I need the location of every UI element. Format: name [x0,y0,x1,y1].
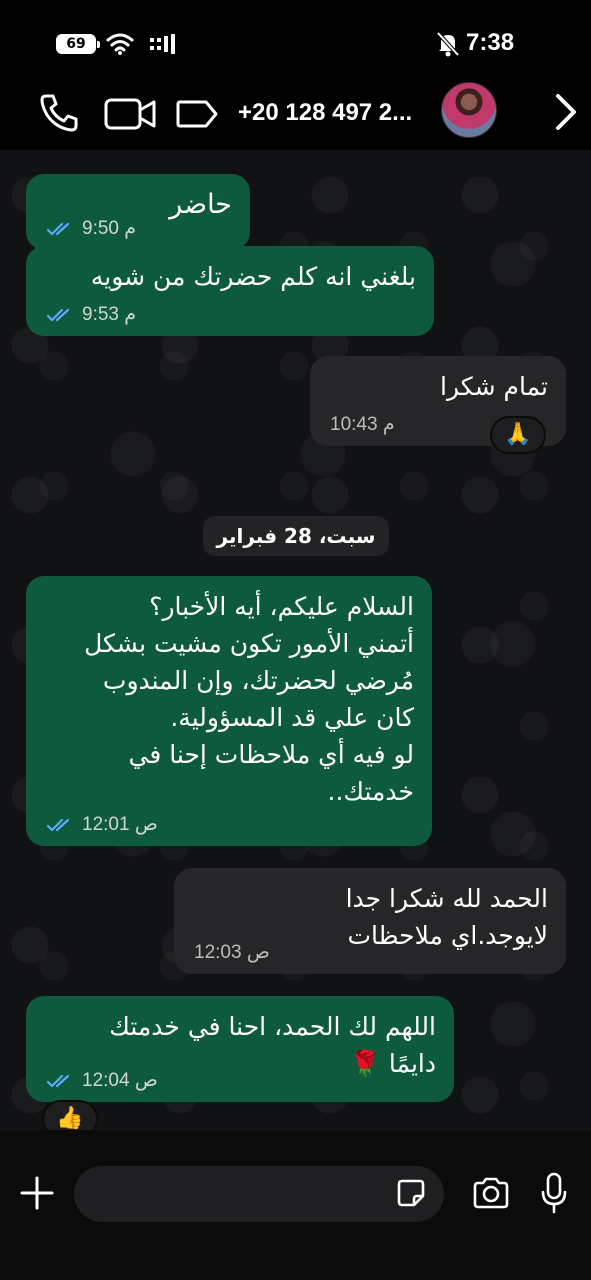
message-meta: 9:50 م [46,217,136,240]
battery-indicator: 69 [56,34,100,54]
message-time: 9:53 م [82,304,137,325]
reaction-badge[interactable]: 🙏 [490,416,546,454]
read-ticks-icon [46,222,70,236]
message-time: 12:04 ص [82,1070,158,1091]
video-call-icon[interactable] [104,94,156,134]
muted-bell-icon [436,31,460,57]
contact-name[interactable]: +20 128 497 2... [238,99,412,127]
phone-icon[interactable] [38,90,82,134]
message-meta: 12:03 ص [194,941,270,964]
reaction-badge[interactable]: 👍 [42,1100,98,1130]
message-time: 10:43 م [330,414,395,435]
message-time: 12:03 ص [194,942,270,963]
camera-icon[interactable] [472,1176,510,1210]
label-icon[interactable] [176,96,220,132]
message-meta: 9:53 م [46,303,136,326]
signal-icon [150,34,175,54]
message-bubble[interactable]: حاضر 9:50 م [26,174,250,250]
plus-icon[interactable] [20,1176,54,1210]
message-meta: 12:01 ص [46,813,158,836]
sticker-icon[interactable] [396,1178,426,1208]
message-text: بلغني انه كلم حضرتك من شويه [90,262,416,291]
message-time: 12:01 ص [82,814,158,835]
status-bar: 69 7:38 [0,0,591,80]
status-time: 7:38 [466,29,515,56]
contact-avatar[interactable] [441,82,497,138]
message-bubble[interactable]: بلغني انه كلم حضرتك من شويه 9:53 م [26,246,434,336]
message-time: 9:50 م [82,218,137,239]
read-ticks-icon [46,1074,70,1088]
read-ticks-icon [46,818,70,832]
message-input[interactable] [74,1166,444,1222]
chevron-right-icon[interactable] [552,90,580,134]
read-ticks-icon [46,308,70,322]
composer-bar [0,1130,591,1280]
message-text: السلام عليكم، أيه الأخبار؟ أتمني الأمور … [84,592,414,806]
message-bubble[interactable]: السلام عليكم، أيه الأخبار؟ أتمني الأمور … [26,576,432,846]
message-bubble[interactable]: اللهم لك الحمد، احنا في خدمتك دايمًا 🌹 1… [26,996,454,1102]
date-separator: سبت، 28 فبراير [203,516,389,556]
message-meta: 12:04 ص [46,1069,158,1092]
message-list[interactable]: حاضر 9:50 م بلغني انه كلم حضرتك من شويه … [0,150,591,1130]
microphone-icon[interactable] [540,1172,568,1214]
wifi-icon [106,33,134,55]
chat-header: +20 128 497 2... [0,80,591,150]
message-meta: 10:43 م [330,413,395,436]
message-text: تمام شكرا [440,372,548,401]
message-bubble[interactable]: الحمد لله شكرا جدا لايوجد.اي ملاحظات 12:… [174,868,566,974]
